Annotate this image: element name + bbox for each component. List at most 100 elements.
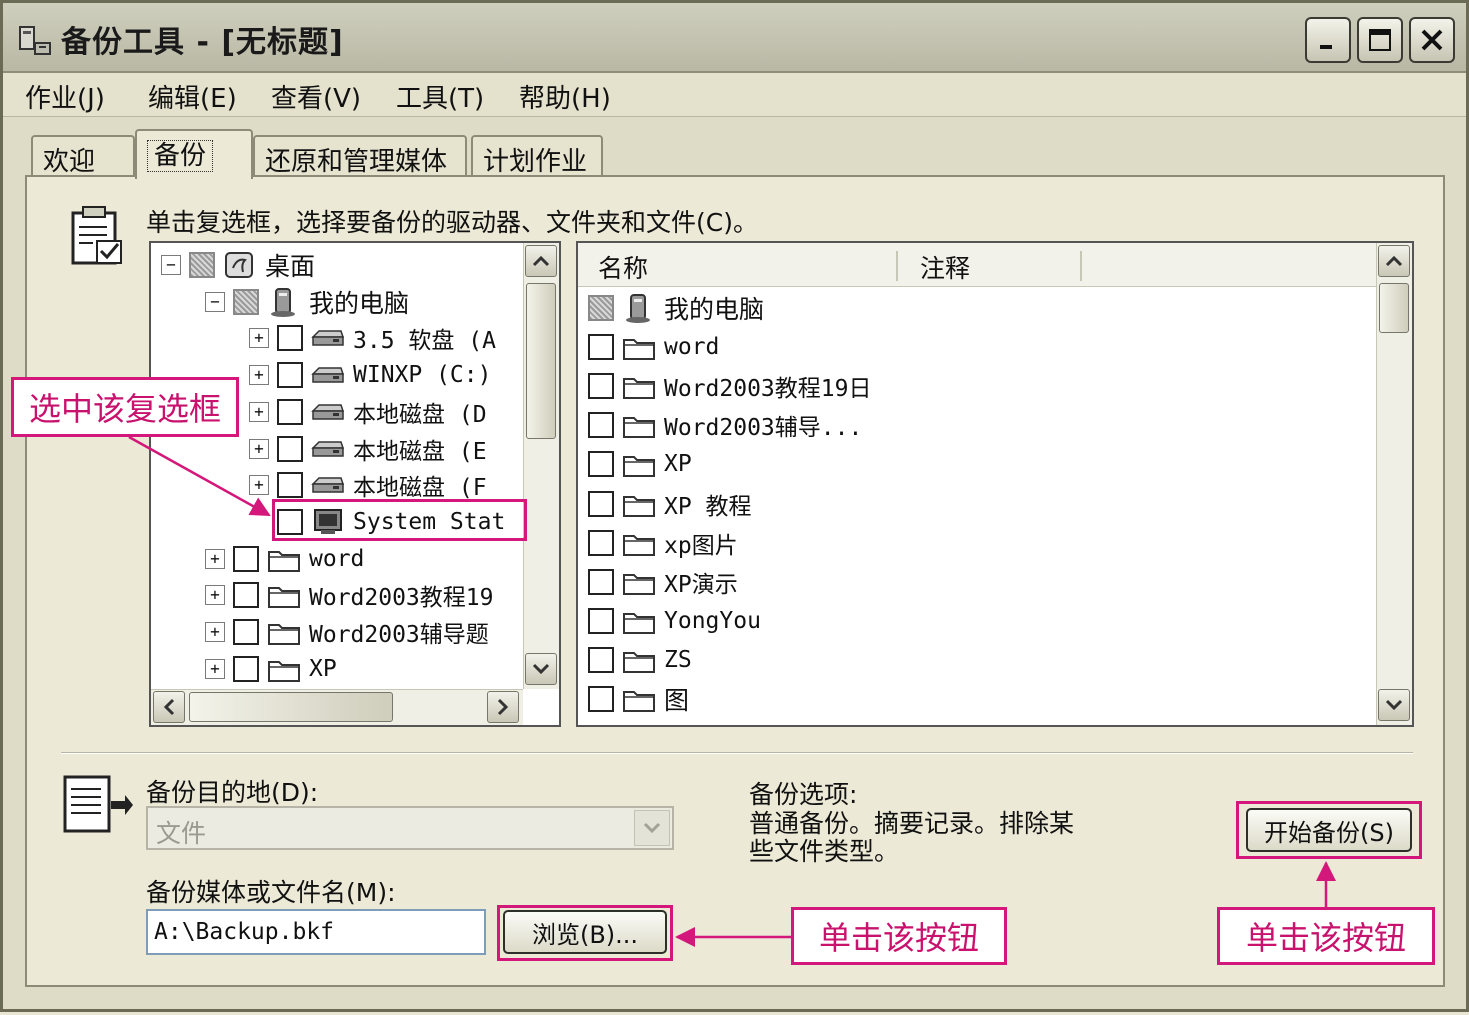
menu-view[interactable]: 查看(V) bbox=[271, 78, 361, 115]
list-item[interactable]: 我的电脑 bbox=[588, 289, 764, 327]
list-scroll-down-button[interactable] bbox=[1378, 689, 1410, 721]
tree-scroll-thumb[interactable] bbox=[526, 283, 556, 439]
tree-node-checkbox[interactable] bbox=[233, 545, 259, 572]
tree-node-checkbox[interactable] bbox=[277, 398, 303, 425]
tree-node-checkbox[interactable] bbox=[277, 362, 303, 389]
list-item[interactable]: XP演示 bbox=[588, 563, 738, 601]
menu-tools[interactable]: 工具(T) bbox=[396, 78, 484, 115]
list-item[interactable]: XP 教程 bbox=[588, 485, 752, 523]
list-item[interactable]: ZS bbox=[588, 641, 692, 679]
collapse-icon[interactable]: − bbox=[161, 255, 181, 275]
list-item-checkbox[interactable] bbox=[588, 490, 614, 517]
checklist-icon bbox=[71, 206, 122, 265]
folder-icon bbox=[622, 332, 656, 362]
maximize-button[interactable] bbox=[1357, 17, 1403, 63]
menu-job[interactable]: 作业(J) bbox=[25, 78, 105, 115]
list-column-header: 名称 注释 bbox=[578, 243, 1378, 287]
expand-icon[interactable]: + bbox=[205, 548, 225, 569]
list-item-checkbox[interactable] bbox=[588, 686, 614, 712]
tree-scroll-right-button[interactable] bbox=[487, 691, 519, 723]
tab-welcome[interactable]: 欢迎 bbox=[31, 135, 135, 177]
start-button-highlight bbox=[1236, 801, 1422, 859]
column-comment[interactable]: 注释 bbox=[920, 249, 970, 285]
list-item-checkbox[interactable] bbox=[588, 373, 614, 400]
list-item[interactable]: 图 bbox=[588, 680, 689, 718]
tree-node-checkbox[interactable] bbox=[233, 619, 259, 645]
close-button[interactable] bbox=[1409, 17, 1455, 63]
list-scroll-thumb[interactable] bbox=[1379, 283, 1409, 333]
drive-icon bbox=[311, 397, 345, 427]
list-item-checkbox[interactable] bbox=[588, 412, 614, 439]
tree-node[interactable]: − 桌面 bbox=[161, 247, 315, 283]
tree-node[interactable]: + 本地磁盘 (E bbox=[249, 431, 487, 467]
tree-node-checkbox[interactable] bbox=[233, 655, 259, 682]
tree-node[interactable]: + word bbox=[205, 541, 364, 577]
tree-horizontal-scrollbar[interactable] bbox=[151, 689, 523, 725]
destination-label: 备份目的地(D): bbox=[146, 778, 319, 807]
list-item-checkbox[interactable] bbox=[588, 568, 614, 595]
list-item-checkbox[interactable] bbox=[588, 295, 614, 321]
list-scroll-up-button[interactable] bbox=[1378, 245, 1410, 277]
file-list-view[interactable]: 名称 注释 我的电脑 word Word2003教程19日 Word2003辅导...… bbox=[576, 241, 1414, 727]
menu-help[interactable]: 帮助(H) bbox=[519, 78, 611, 115]
menu-edit[interactable]: 编辑(E) bbox=[148, 78, 237, 115]
collapse-icon[interactable]: − bbox=[205, 291, 225, 312]
tree-node-label: 3.5 软盘 (A bbox=[353, 328, 496, 355]
tree-scroll-up-button[interactable] bbox=[525, 245, 557, 277]
expand-icon[interactable]: + bbox=[249, 328, 269, 349]
tab-backup[interactable]: 备份 bbox=[135, 129, 253, 179]
tree-node-checkbox[interactable] bbox=[277, 325, 303, 352]
column-separator[interactable] bbox=[896, 251, 898, 281]
tree-scroll-left-button[interactable] bbox=[153, 691, 185, 723]
list-item[interactable]: YongYou bbox=[588, 602, 761, 640]
tree-node[interactable]: + WINXP (C:) bbox=[249, 357, 491, 393]
drive-icon bbox=[311, 470, 345, 500]
title-bar[interactable]: 备份工具 - [无标题] bbox=[3, 3, 1466, 73]
list-item[interactable]: Word2003辅导... bbox=[588, 406, 862, 444]
expand-icon[interactable]: + bbox=[249, 401, 269, 422]
expand-icon[interactable]: + bbox=[205, 585, 225, 606]
list-item-checkbox[interactable] bbox=[588, 607, 614, 634]
list-item-checkbox[interactable] bbox=[588, 529, 614, 556]
destination-dropdown-button[interactable] bbox=[634, 810, 670, 846]
list-item-checkbox[interactable] bbox=[588, 646, 614, 673]
tab-welcome-label: 欢迎 bbox=[43, 147, 96, 177]
tree-node-checkbox[interactable] bbox=[277, 435, 303, 462]
column-separator[interactable] bbox=[1080, 251, 1082, 281]
tree-node[interactable]: + XP bbox=[205, 651, 337, 687]
list-item[interactable]: Word2003教程19日 bbox=[588, 367, 871, 405]
tab-schedule-jobs[interactable]: 计划作业 bbox=[471, 135, 603, 177]
list-item[interactable]: XP bbox=[588, 445, 692, 483]
expand-icon[interactable]: + bbox=[249, 475, 269, 496]
destination-select[interactable]: 文件 bbox=[146, 806, 674, 850]
minimize-button[interactable] bbox=[1305, 17, 1351, 63]
tree-vertical-scrollbar[interactable] bbox=[523, 243, 559, 689]
list-item-checkbox[interactable] bbox=[588, 334, 614, 361]
list-item[interactable]: word bbox=[588, 328, 719, 366]
list-item-checkbox[interactable] bbox=[588, 451, 614, 478]
tree-node[interactable]: + Word2003教程19 bbox=[205, 577, 493, 613]
tree-node-checkbox[interactable] bbox=[233, 288, 259, 315]
media-filename-input[interactable]: A:\Backup.bkf bbox=[146, 909, 486, 955]
tree-node[interactable]: +3.5 软盘 (A bbox=[249, 320, 496, 356]
expand-icon[interactable]: + bbox=[249, 438, 269, 459]
expand-icon[interactable]: + bbox=[205, 658, 225, 679]
list-vertical-scrollbar[interactable] bbox=[1376, 243, 1412, 725]
tree-scroll-down-button[interactable] bbox=[525, 653, 557, 685]
tree-node-checkbox[interactable] bbox=[233, 582, 259, 609]
tree-node[interactable]: − 我的电脑 bbox=[205, 284, 409, 320]
tree-hscroll-thumb[interactable] bbox=[189, 692, 393, 722]
column-name[interactable]: 名称 bbox=[598, 249, 648, 285]
list-item[interactable]: xp图片 bbox=[588, 524, 738, 562]
tab-backup-label: 备份 bbox=[147, 140, 214, 172]
browse-callout: 单击该按钮 bbox=[791, 907, 1007, 965]
tree-node-checkbox[interactable] bbox=[189, 252, 215, 278]
tree-node[interactable]: + 本地磁盘 (F bbox=[249, 467, 487, 503]
folder-tree-view[interactable]: − 桌面 − 我的电脑 +3.5 软盘 (A + WINXP (C:) + 本地磁盘 (D + 本地… bbox=[149, 241, 561, 727]
tree-node-checkbox[interactable] bbox=[277, 472, 303, 499]
tree-node[interactable]: + Word2003辅导题 bbox=[205, 614, 489, 650]
tab-restore-manage-media[interactable]: 还原和管理媒体 bbox=[253, 135, 467, 177]
tree-node[interactable]: + 本地磁盘 (D bbox=[249, 394, 487, 430]
expand-icon[interactable]: + bbox=[249, 365, 269, 386]
expand-icon[interactable]: + bbox=[205, 622, 225, 642]
